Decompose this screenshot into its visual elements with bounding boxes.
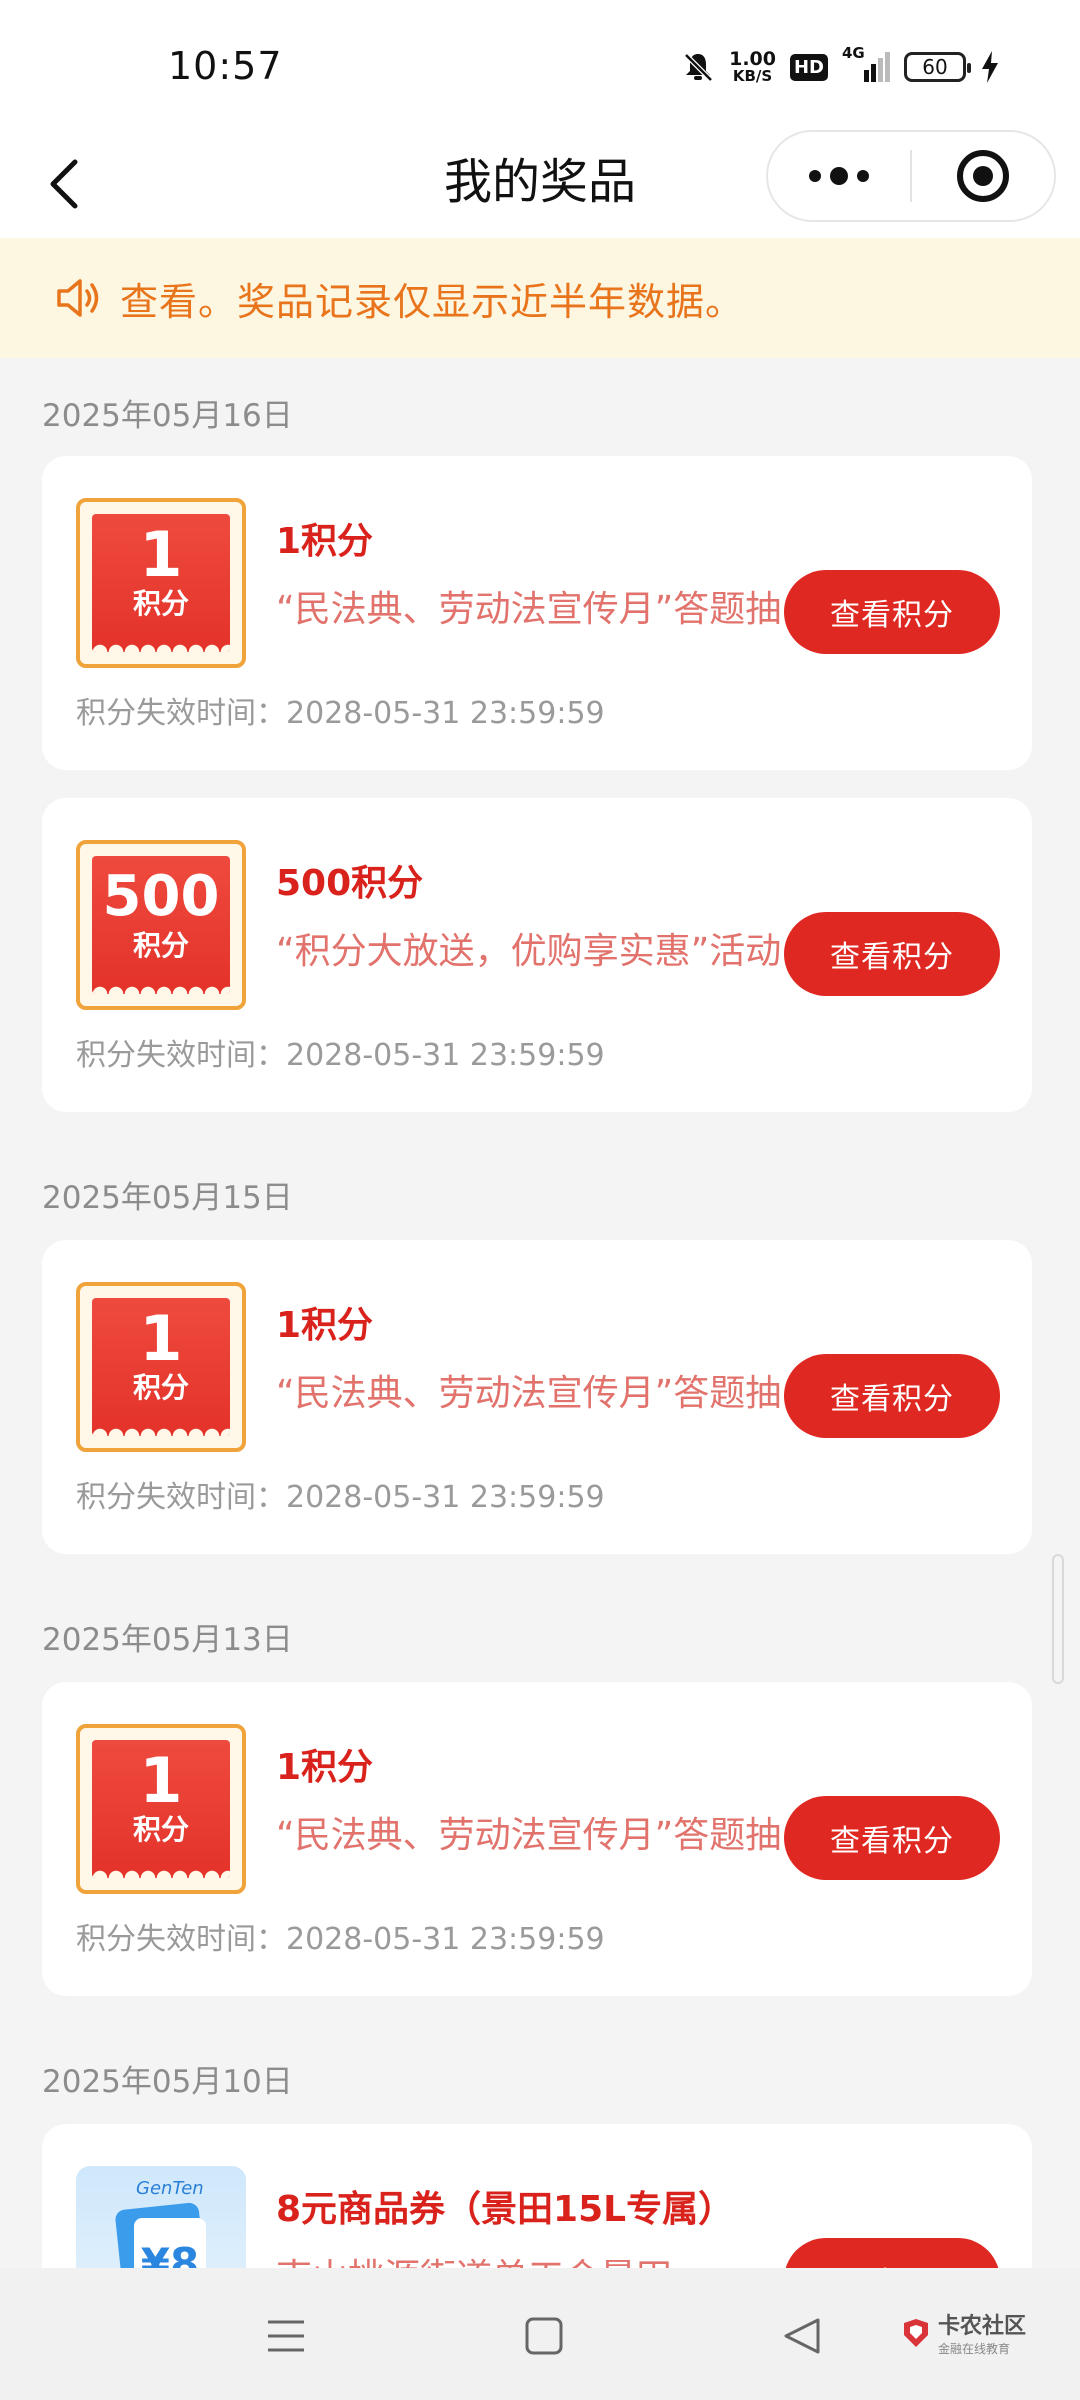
prize-card: 1 积分 1积分 “民法典、劳动法宣传月”答题抽奖活动 查看积分 积分失效时间：…	[42, 456, 1032, 770]
badge-value: 1	[139, 1302, 183, 1375]
view-points-button[interactable]: 查看积分	[784, 1796, 1000, 1880]
prize-card: 1 积分 1积分 “民法典、劳动法宣传月”答题抽奖活动 查看积分 积分失效时间：…	[42, 1682, 1032, 1996]
prize-desc: “民法典、劳动法宣传月”答题抽奖活动	[276, 1373, 822, 1414]
prize-desc: “民法典、劳动法宣传月”答题抽奖活动	[276, 1815, 822, 1856]
expire-info: 积分失效时间：2028-05-31 23:59:59	[76, 1914, 605, 1958]
notice-text: 查看。奖品记录仅显示近半年数据。	[120, 279, 745, 324]
prize-card: 500 积分 500积分 “积分大放送，优购享实惠”活动 查看积分 积分失效时间…	[42, 798, 1032, 1112]
watermark-sub: 金融在线教育	[938, 2342, 1011, 2356]
badge-wave	[92, 1422, 230, 1436]
badge-value: 500	[102, 864, 220, 929]
coupon-brand: GenTen	[136, 2178, 204, 2199]
expire-info: 积分失效时间：2028-05-31 23:59:59	[76, 1472, 605, 1516]
title-bar: 我的奖品	[0, 130, 1080, 238]
points-badge: 1 积分	[76, 498, 246, 668]
badge-value: 1	[139, 1744, 183, 1817]
expire-label: 积分失效时间：	[76, 696, 286, 731]
expire-info: 积分失效时间：2028-05-31 23:59:59	[76, 1030, 605, 1074]
menu-icon	[268, 2320, 304, 2352]
points-badge: 1 积分	[76, 1724, 246, 1894]
badge-unit: 积分	[132, 929, 189, 962]
target-icon	[956, 150, 1009, 202]
date-label: 2025年05月10日	[42, 2064, 293, 2100]
prize-card: GenTen ¥8 8元商品券（景田15L专属） 南山桃源街道单工会景田 已领取	[42, 2124, 1032, 2268]
battery-icon: 60	[904, 52, 971, 82]
triangle-back-icon	[784, 2318, 820, 2354]
badge-wave	[92, 1864, 230, 1878]
coupon-image: GenTen ¥8	[76, 2166, 246, 2268]
watermark-logo-icon	[904, 2318, 928, 2347]
date-label: 2025年05月13日	[42, 1622, 293, 1658]
prize-desc: 南山桃源街道单工会景田	[276, 2248, 822, 2268]
prize-desc: “民法典、劳动法宣传月”答题抽奖活动	[276, 589, 822, 630]
badge-unit: 积分	[132, 587, 189, 620]
hd-badge: HD	[789, 53, 828, 81]
view-points-button[interactable]: 查看积分	[784, 570, 1000, 654]
speaker-icon	[57, 279, 99, 317]
expire-time: 2028-05-31 23:59:59	[286, 1038, 605, 1073]
scrollbar[interactable]	[1052, 1554, 1064, 1684]
charging-bolt-icon	[980, 50, 1000, 84]
watermark-main: 卡农社区	[938, 2314, 1027, 2339]
badge-unit: 积分	[132, 1371, 189, 1404]
prize-list: 2025年05月16日 1 积分 1积分 “民法典、劳动法宣传月”答题抽奖活动 …	[0, 358, 1080, 2268]
points-badge: 500 积分	[76, 840, 246, 1010]
status-icons: 1.00 KB/S HD 4G 60	[681, 44, 1000, 90]
prize-title: 8元商品券（景田15L专属）	[276, 2189, 735, 2230]
nav-menu-button[interactable]	[256, 2306, 316, 2366]
coupon-amount: ¥8	[134, 2218, 206, 2268]
status-time: 10:57	[168, 44, 283, 88]
battery-level: 60	[922, 55, 948, 79]
claimed-button[interactable]: 已领取	[784, 2238, 1000, 2268]
badge-unit: 积分	[132, 1813, 189, 1846]
prize-title: 1积分	[276, 521, 374, 562]
prize-title: 1积分	[276, 1747, 374, 1788]
watermark: 卡农社区 金融在线教育	[900, 2308, 1026, 2357]
close-miniprogram-button[interactable]	[912, 132, 1054, 220]
mini-program-capsule	[766, 130, 1056, 222]
expire-info: 积分失效时间：2028-05-31 23:59:59	[76, 688, 605, 732]
square-icon	[525, 2317, 563, 2355]
more-dots-icon	[809, 167, 869, 185]
expire-label: 积分失效时间：	[76, 1480, 286, 1515]
badge-wave	[92, 638, 230, 652]
view-points-button[interactable]: 查看积分	[784, 912, 1000, 996]
date-label: 2025年05月15日	[42, 1180, 293, 1216]
view-points-button[interactable]: 查看积分	[784, 1354, 1000, 1438]
date-label: 2025年05月16日	[42, 398, 293, 434]
net-speed-unit: KB/S	[732, 67, 773, 85]
expire-time: 2028-05-31 23:59:59	[286, 1922, 605, 1957]
expire-label: 积分失效时间：	[76, 1038, 286, 1073]
mute-bell-icon	[681, 50, 715, 84]
more-button[interactable]	[768, 132, 910, 220]
signal-icon: 4G	[842, 44, 890, 84]
prize-card: 1 积分 1积分 “民法典、劳动法宣传月”答题抽奖活动 查看积分 积分失效时间：…	[42, 1240, 1032, 1554]
net-speed: 1.00 KB/S	[729, 50, 776, 84]
badge-value: 1	[139, 518, 183, 591]
network-label: 4G	[842, 44, 865, 62]
prize-desc: “积分大放送，优购享实惠”活动	[276, 931, 782, 972]
prize-title: 500积分	[276, 863, 424, 904]
badge-wave	[92, 980, 230, 994]
nav-home-button[interactable]	[514, 2306, 574, 2366]
expire-time: 2028-05-31 23:59:59	[286, 696, 605, 731]
notice-bar: 查看。奖品记录仅显示近半年数据。	[0, 238, 1080, 358]
prize-title: 1积分	[276, 1305, 374, 1346]
points-badge: 1 积分	[76, 1282, 246, 1452]
expire-label: 积分失效时间：	[76, 1922, 286, 1957]
expire-time: 2028-05-31 23:59:59	[286, 1480, 605, 1515]
nav-back-button[interactable]	[772, 2306, 832, 2366]
status-bar: 10:57 1.00 KB/S HD 4G 60	[0, 0, 1080, 130]
